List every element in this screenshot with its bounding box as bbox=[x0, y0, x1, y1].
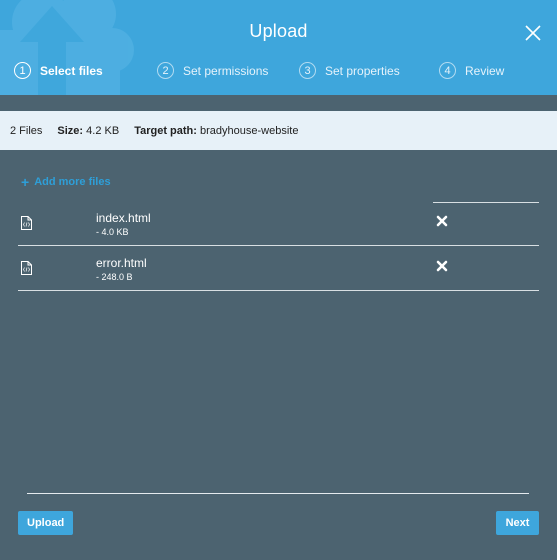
remove-file-icon[interactable] bbox=[436, 215, 448, 227]
size-value: 4.2 KB bbox=[86, 124, 120, 137]
step-number: 1 bbox=[14, 62, 31, 79]
row-divider bbox=[433, 245, 539, 246]
step-number: 4 bbox=[439, 62, 456, 79]
row-divider bbox=[433, 290, 539, 291]
file-name: index.html bbox=[96, 211, 151, 225]
target-path: Target path: bradyhouse-website bbox=[134, 125, 298, 137]
close-icon[interactable] bbox=[523, 23, 543, 43]
dialog-header: Upload 1 Select files 2 Set permissions … bbox=[0, 0, 557, 95]
file-size: - 4.0 KB bbox=[96, 227, 129, 237]
dialog-title: Upload bbox=[249, 21, 308, 41]
step-label: Set permissions bbox=[183, 63, 269, 78]
step-number: 2 bbox=[157, 62, 174, 79]
footer-divider bbox=[27, 493, 529, 494]
add-more-files-label: Add more files bbox=[34, 176, 111, 188]
files-count: 2 Files bbox=[10, 124, 43, 137]
html-file-icon bbox=[21, 216, 32, 230]
remove-file-icon[interactable] bbox=[436, 260, 448, 272]
step-number: 3 bbox=[299, 62, 316, 79]
upload-button[interactable]: Upload bbox=[18, 511, 73, 535]
row-divider bbox=[433, 202, 539, 203]
step-select-files[interactable]: 1 Select files bbox=[14, 62, 103, 79]
file-name: error.html bbox=[96, 256, 147, 270]
upload-summary-bar: 2 Files Size: 4.2 KB Target path: bradyh… bbox=[0, 111, 557, 150]
upload-dialog: Upload 1 Select files 2 Set permissions … bbox=[0, 0, 557, 560]
file-size: - 248.0 B bbox=[96, 272, 133, 282]
add-more-files-link[interactable]: + Add more files bbox=[21, 175, 111, 189]
step-label: Set properties bbox=[325, 63, 400, 78]
step-set-properties[interactable]: 3 Set properties bbox=[299, 62, 400, 79]
total-size: Size: 4.2 KB bbox=[57, 125, 119, 137]
step-label: Review bbox=[465, 63, 505, 78]
target-path-value: bradyhouse-website bbox=[200, 124, 299, 137]
row-divider bbox=[18, 290, 433, 291]
wizard-steps: 1 Select files 2 Set permissions 3 Set p… bbox=[0, 62, 557, 86]
size-label: Size: bbox=[57, 124, 84, 137]
file-row: index.html - 4.0 KB bbox=[18, 202, 539, 246]
file-row: error.html - 248.0 B bbox=[18, 247, 539, 291]
target-path-label: Target path: bbox=[134, 124, 197, 137]
step-label: Select files bbox=[40, 63, 103, 78]
row-divider bbox=[18, 245, 433, 246]
html-file-icon bbox=[21, 261, 32, 275]
step-set-permissions[interactable]: 2 Set permissions bbox=[157, 62, 268, 79]
step-review[interactable]: 4 Review bbox=[439, 62, 504, 79]
next-button[interactable]: Next bbox=[496, 511, 539, 535]
plus-icon: + bbox=[21, 174, 30, 190]
